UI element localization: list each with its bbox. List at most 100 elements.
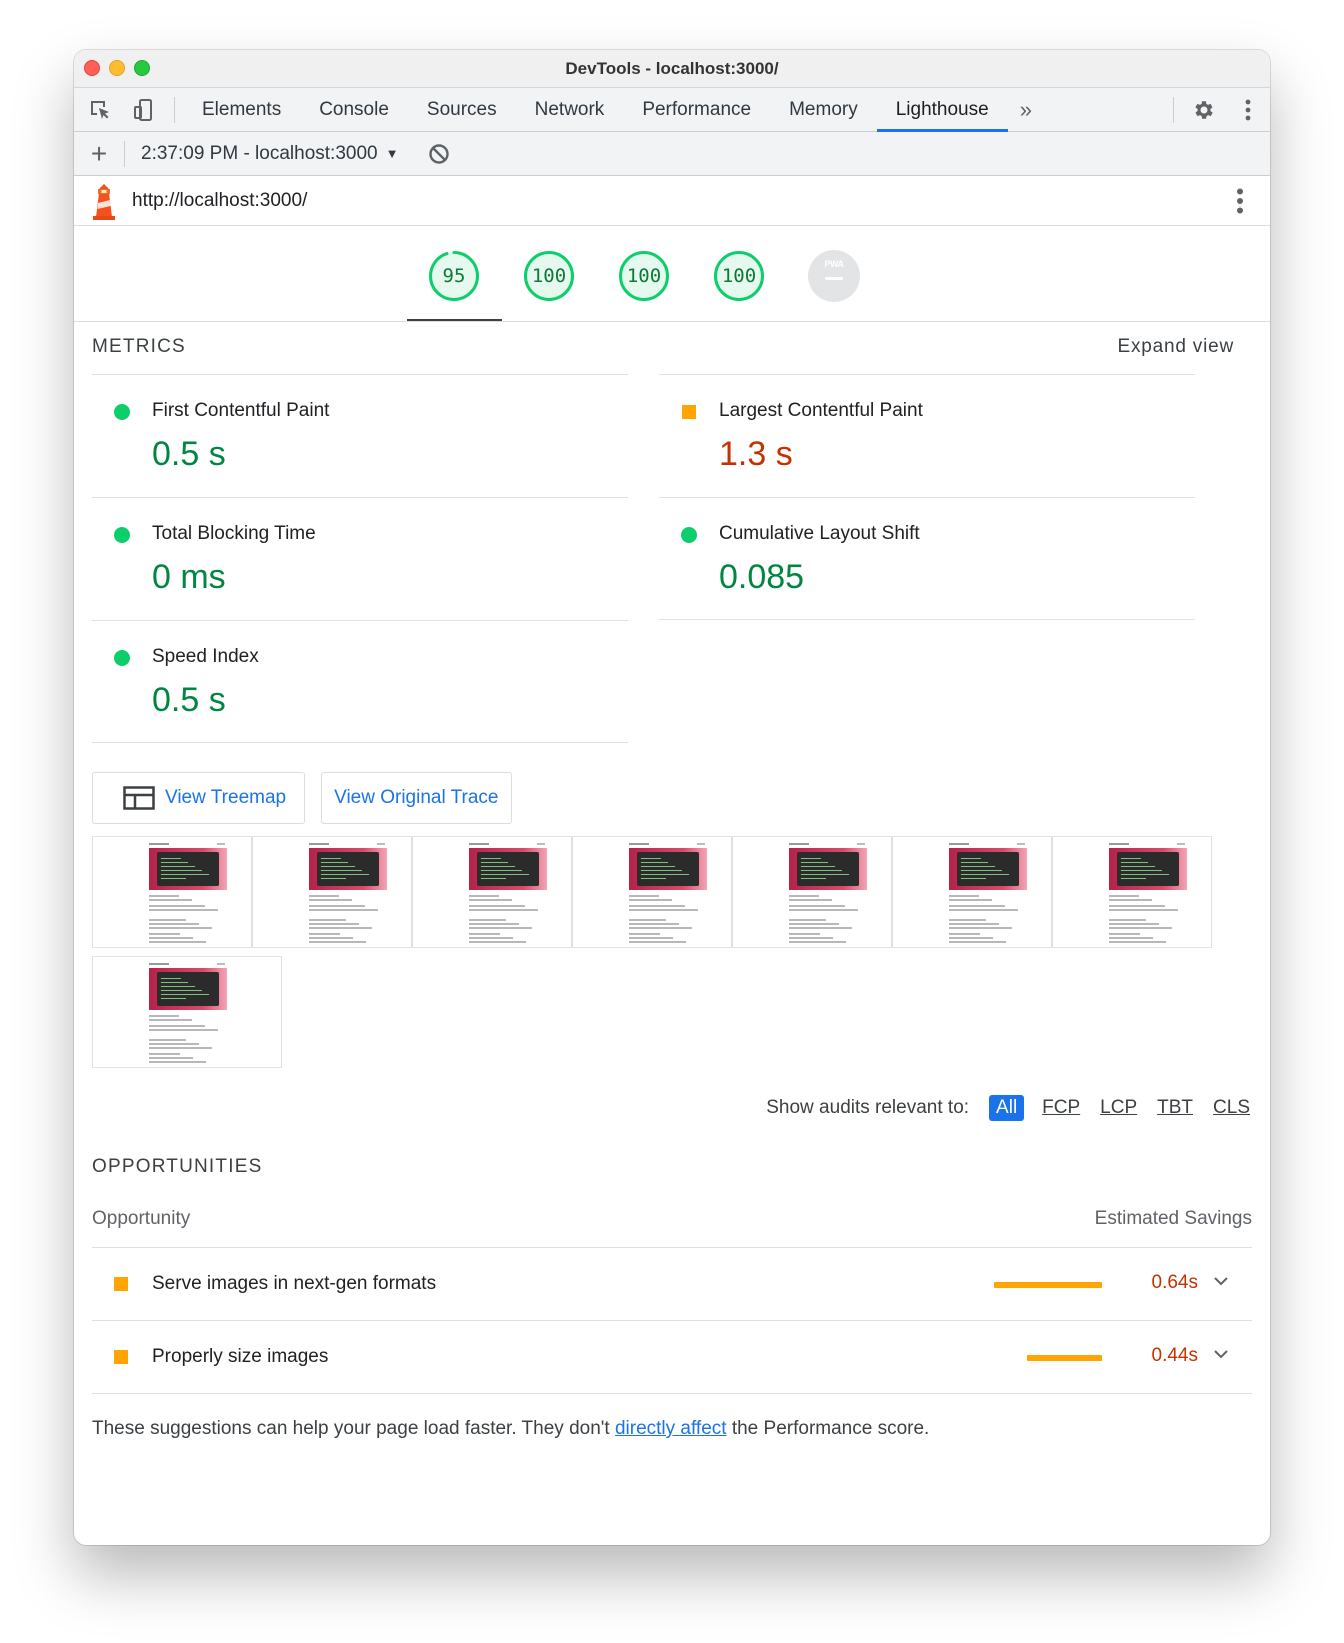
chevron-down-icon[interactable] (1212, 1272, 1230, 1295)
filter-all[interactable]: All (989, 1095, 1025, 1121)
screenshot-thumbnail (789, 841, 867, 945)
metric-name: Largest Contentful Paint (719, 400, 923, 421)
pass-circle-icon (114, 404, 130, 420)
metric-tbt: Total Blocking Time 0 ms (92, 497, 628, 620)
filmstrip-frame (92, 836, 252, 948)
filmstrip-frame (412, 836, 572, 948)
report-selector[interactable]: 2:37:09 PM - localhost:3000 ▼ (125, 143, 398, 165)
filmstrip-frame (92, 956, 282, 1068)
report-selector-label: 2:37:09 PM - localhost:3000 (141, 142, 378, 164)
gauge-seo[interactable]: 100 (713, 250, 765, 302)
chevron-down-icon[interactable] (1212, 1345, 1230, 1368)
pass-circle-icon (114, 527, 130, 543)
inspect-element-icon[interactable] (78, 88, 122, 132)
opportunity-title: Serve images in next-gen formats (152, 1273, 437, 1294)
opportunity-row[interactable]: Serve images in next-gen formats 0.64s (92, 1248, 1252, 1321)
directly-affect-link[interactable]: directly affect (615, 1418, 727, 1439)
opportunities-title: OPPORTUNITIES (92, 1156, 263, 1177)
screenshot-thumbnail (149, 841, 227, 945)
metric-value: 0.5 s (152, 681, 226, 719)
metrics-title: METRICS (92, 336, 186, 357)
estimated-savings: 0.64s (1151, 1272, 1198, 1293)
savings-bar (994, 1282, 1102, 1288)
pass-circle-icon (681, 527, 697, 543)
toolbar-right (1165, 88, 1270, 132)
report-content: METRICS Expand view First Contentful Pai… (74, 322, 1270, 1440)
opportunity-row[interactable]: Properly size images 0.44s (92, 1321, 1252, 1394)
savings-bar-track (992, 1355, 1102, 1361)
average-square-icon (682, 405, 696, 419)
customize-menu-icon[interactable] (1226, 88, 1270, 132)
tab-elements[interactable]: Elements (183, 88, 300, 132)
pwa-dash-icon (825, 277, 843, 280)
filter-tbt[interactable]: TBT (1155, 1095, 1195, 1121)
tab-network[interactable]: Network (516, 88, 624, 132)
tab-sources[interactable]: Sources (408, 88, 516, 132)
note-text-before: These suggestions can help your page loa… (92, 1418, 615, 1439)
gear-icon[interactable] (1182, 88, 1226, 132)
screenshot-thumbnail (309, 841, 387, 945)
metric-value: 1.3 s (719, 435, 793, 473)
metric-speed-index: Speed Index 0.5 s (92, 620, 628, 743)
opportunities-header: OPPORTUNITIES (92, 1144, 1252, 1190)
pwa-label: PWA (824, 259, 844, 269)
metric-name: Cumulative Layout Shift (719, 523, 920, 544)
gauge-score: 95 (442, 265, 466, 287)
gauge-accessibility[interactable]: 100 (523, 250, 575, 302)
tab-memory[interactable]: Memory (770, 88, 877, 132)
new-report-button[interactable]: + (74, 132, 124, 176)
estimated-savings: 0.44s (1151, 1345, 1198, 1366)
metric-name: Speed Index (152, 646, 259, 667)
devtools-window: DevTools - localhost:3000/ Elements Cons… (74, 50, 1270, 1545)
toolbar-separator (174, 96, 175, 123)
screenshot-thumbnail (469, 841, 547, 945)
tab-performance[interactable]: Performance (623, 88, 770, 132)
filter-label: Show audits relevant to: (766, 1097, 970, 1118)
gauge-performance[interactable]: 95 (428, 250, 480, 302)
metric-fcp: First Contentful Paint 0.5 s (92, 374, 628, 497)
screenshot-thumbnail (1109, 841, 1187, 945)
toolbar-separator (1173, 97, 1174, 123)
gauge-pwa[interactable]: PWA (808, 250, 860, 302)
tab-lighthouse[interactable]: Lighthouse (876, 88, 1008, 132)
metrics-grid: First Contentful Paint 0.5 s Largest Con… (92, 372, 1252, 792)
device-toolbar-icon[interactable] (122, 88, 166, 132)
opportunities-note: These suggestions can help your page loa… (92, 1418, 1252, 1440)
metric-value: 0.085 (719, 558, 805, 596)
gauge-score: 100 (721, 265, 757, 287)
filter-cls[interactable]: CLS (1211, 1095, 1252, 1121)
pass-circle-icon (114, 650, 130, 666)
report-toolbar: + 2:37:09 PM - localhost:3000 ▼ (74, 132, 1270, 176)
gauge-score: 100 (531, 265, 567, 287)
gauge-best-practices[interactable]: 100 (618, 250, 670, 302)
note-text-after: the Performance score. (726, 1418, 930, 1439)
filmstrip-frame (1052, 836, 1212, 948)
gauge-score: 100 (626, 265, 662, 287)
devtools-tab-bar: Elements Console Sources Network Perform… (74, 88, 1270, 132)
metric-value: 0.5 s (152, 435, 226, 473)
tab-console[interactable]: Console (300, 88, 408, 132)
opportunity-title: Properly size images (152, 1346, 329, 1367)
report-url-row: http://localhost:3000/ (74, 176, 1270, 226)
report-menu-icon[interactable] (1236, 188, 1244, 219)
filmstrip-frame (732, 836, 892, 948)
active-gauge-indicator (407, 319, 502, 321)
filter-fcp[interactable]: FCP (1040, 1095, 1082, 1121)
average-square-icon (114, 1350, 128, 1364)
score-gauges: 95 100 100 100 PWA (74, 226, 1270, 322)
savings-bar-track (992, 1282, 1102, 1288)
filter-lcp[interactable]: LCP (1098, 1095, 1139, 1121)
filmstrip-frame (572, 836, 732, 948)
metric-name: First Contentful Paint (152, 400, 330, 421)
average-square-icon (114, 1277, 128, 1291)
metric-lcp: Largest Contentful Paint 1.3 s (659, 374, 1195, 497)
screenshot-thumbnail (149, 961, 227, 1065)
clear-reports-icon[interactable] (428, 143, 450, 165)
metric-cls: Cumulative Layout Shift 0.085 (659, 497, 1195, 620)
more-tabs-icon[interactable]: » (1008, 97, 1044, 123)
expand-view-toggle[interactable]: Expand view (1117, 336, 1234, 358)
savings-bar (1027, 1355, 1102, 1361)
report-url: http://localhost:3000/ (132, 189, 308, 211)
metric-value: 0 ms (152, 558, 226, 596)
filmstrip-frame (892, 836, 1052, 948)
